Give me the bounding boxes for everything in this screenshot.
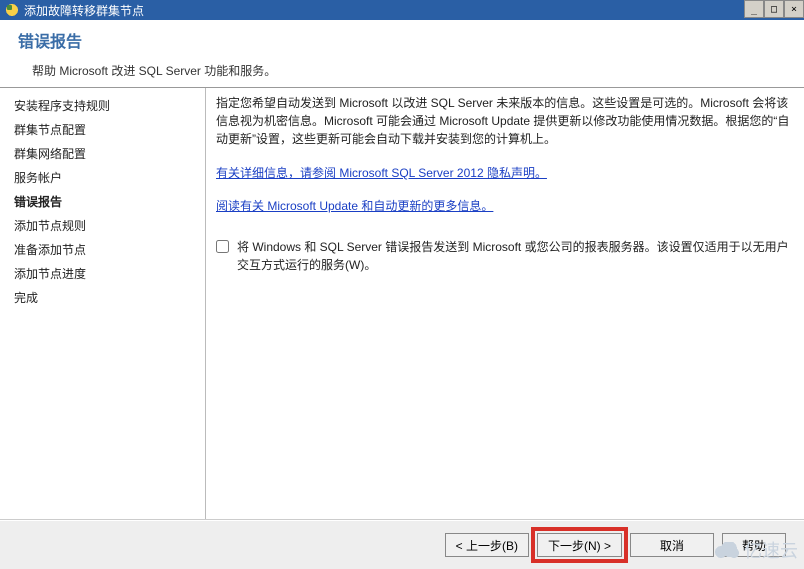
sidebar: 安装程序支持规则 群集节点配置 群集网络配置 服务帐户 错误报告 添加节点规则 …: [0, 88, 206, 519]
main-description: 指定您希望自动发送到 Microsoft 以改进 SQL Server 未来版本…: [216, 94, 790, 148]
header: 错误报告 帮助 Microsoft 改进 SQL Server 功能和服务。: [0, 20, 804, 88]
body: 安装程序支持规则 群集节点配置 群集网络配置 服务帐户 错误报告 添加节点规则 …: [0, 88, 804, 520]
back-button[interactable]: < 上一步(B): [445, 533, 529, 557]
page-subtitle: 帮助 Microsoft 改进 SQL Server 功能和服务。: [32, 62, 786, 79]
sidebar-item-complete[interactable]: 完成: [0, 286, 205, 310]
sidebar-item-service-accounts[interactable]: 服务帐户: [0, 166, 205, 190]
sidebar-item-cluster-node-config[interactable]: 群集节点配置: [0, 118, 205, 142]
next-button[interactable]: 下一步(N) >: [537, 533, 622, 557]
page-title: 错误报告: [18, 28, 786, 52]
sidebar-item-error-reporting[interactable]: 错误报告: [0, 190, 205, 214]
sidebar-item-add-node-rules[interactable]: 添加节点规则: [0, 214, 205, 238]
sidebar-item-ready-add-node[interactable]: 准备添加节点: [0, 238, 205, 262]
privacy-link[interactable]: 有关详细信息，请参阅 Microsoft SQL Server 2012 隐私声…: [216, 164, 547, 181]
maximize-button[interactable]: □: [764, 0, 784, 18]
footer: < 上一步(B) 下一步(N) > 取消 帮助: [0, 520, 804, 569]
minimize-button[interactable]: _: [744, 0, 764, 18]
close-button[interactable]: ×: [784, 0, 804, 18]
window-title: 添加故障转移群集节点: [24, 2, 144, 19]
app-icon: [4, 2, 20, 18]
update-info-link[interactable]: 阅读有关 Microsoft Update 和自动更新的更多信息。: [216, 197, 493, 214]
main-panel: 指定您希望自动发送到 Microsoft 以改进 SQL Server 未来版本…: [206, 88, 804, 519]
error-report-checkbox-label[interactable]: 将 Windows 和 SQL Server 错误报告发送到 Microsoft…: [237, 238, 790, 274]
cancel-button[interactable]: 取消: [630, 533, 714, 557]
error-report-checkbox-row: 将 Windows 和 SQL Server 错误报告发送到 Microsoft…: [216, 238, 790, 274]
sidebar-item-cluster-network-config[interactable]: 群集网络配置: [0, 142, 205, 166]
window-controls: _ □ ×: [744, 0, 804, 18]
titlebar: 添加故障转移群集节点 _ □ ×: [0, 0, 804, 20]
error-report-checkbox[interactable]: [216, 240, 229, 253]
help-button[interactable]: 帮助: [722, 533, 786, 557]
sidebar-item-setup-rules[interactable]: 安装程序支持规则: [0, 94, 205, 118]
sidebar-item-add-node-progress[interactable]: 添加节点进度: [0, 262, 205, 286]
